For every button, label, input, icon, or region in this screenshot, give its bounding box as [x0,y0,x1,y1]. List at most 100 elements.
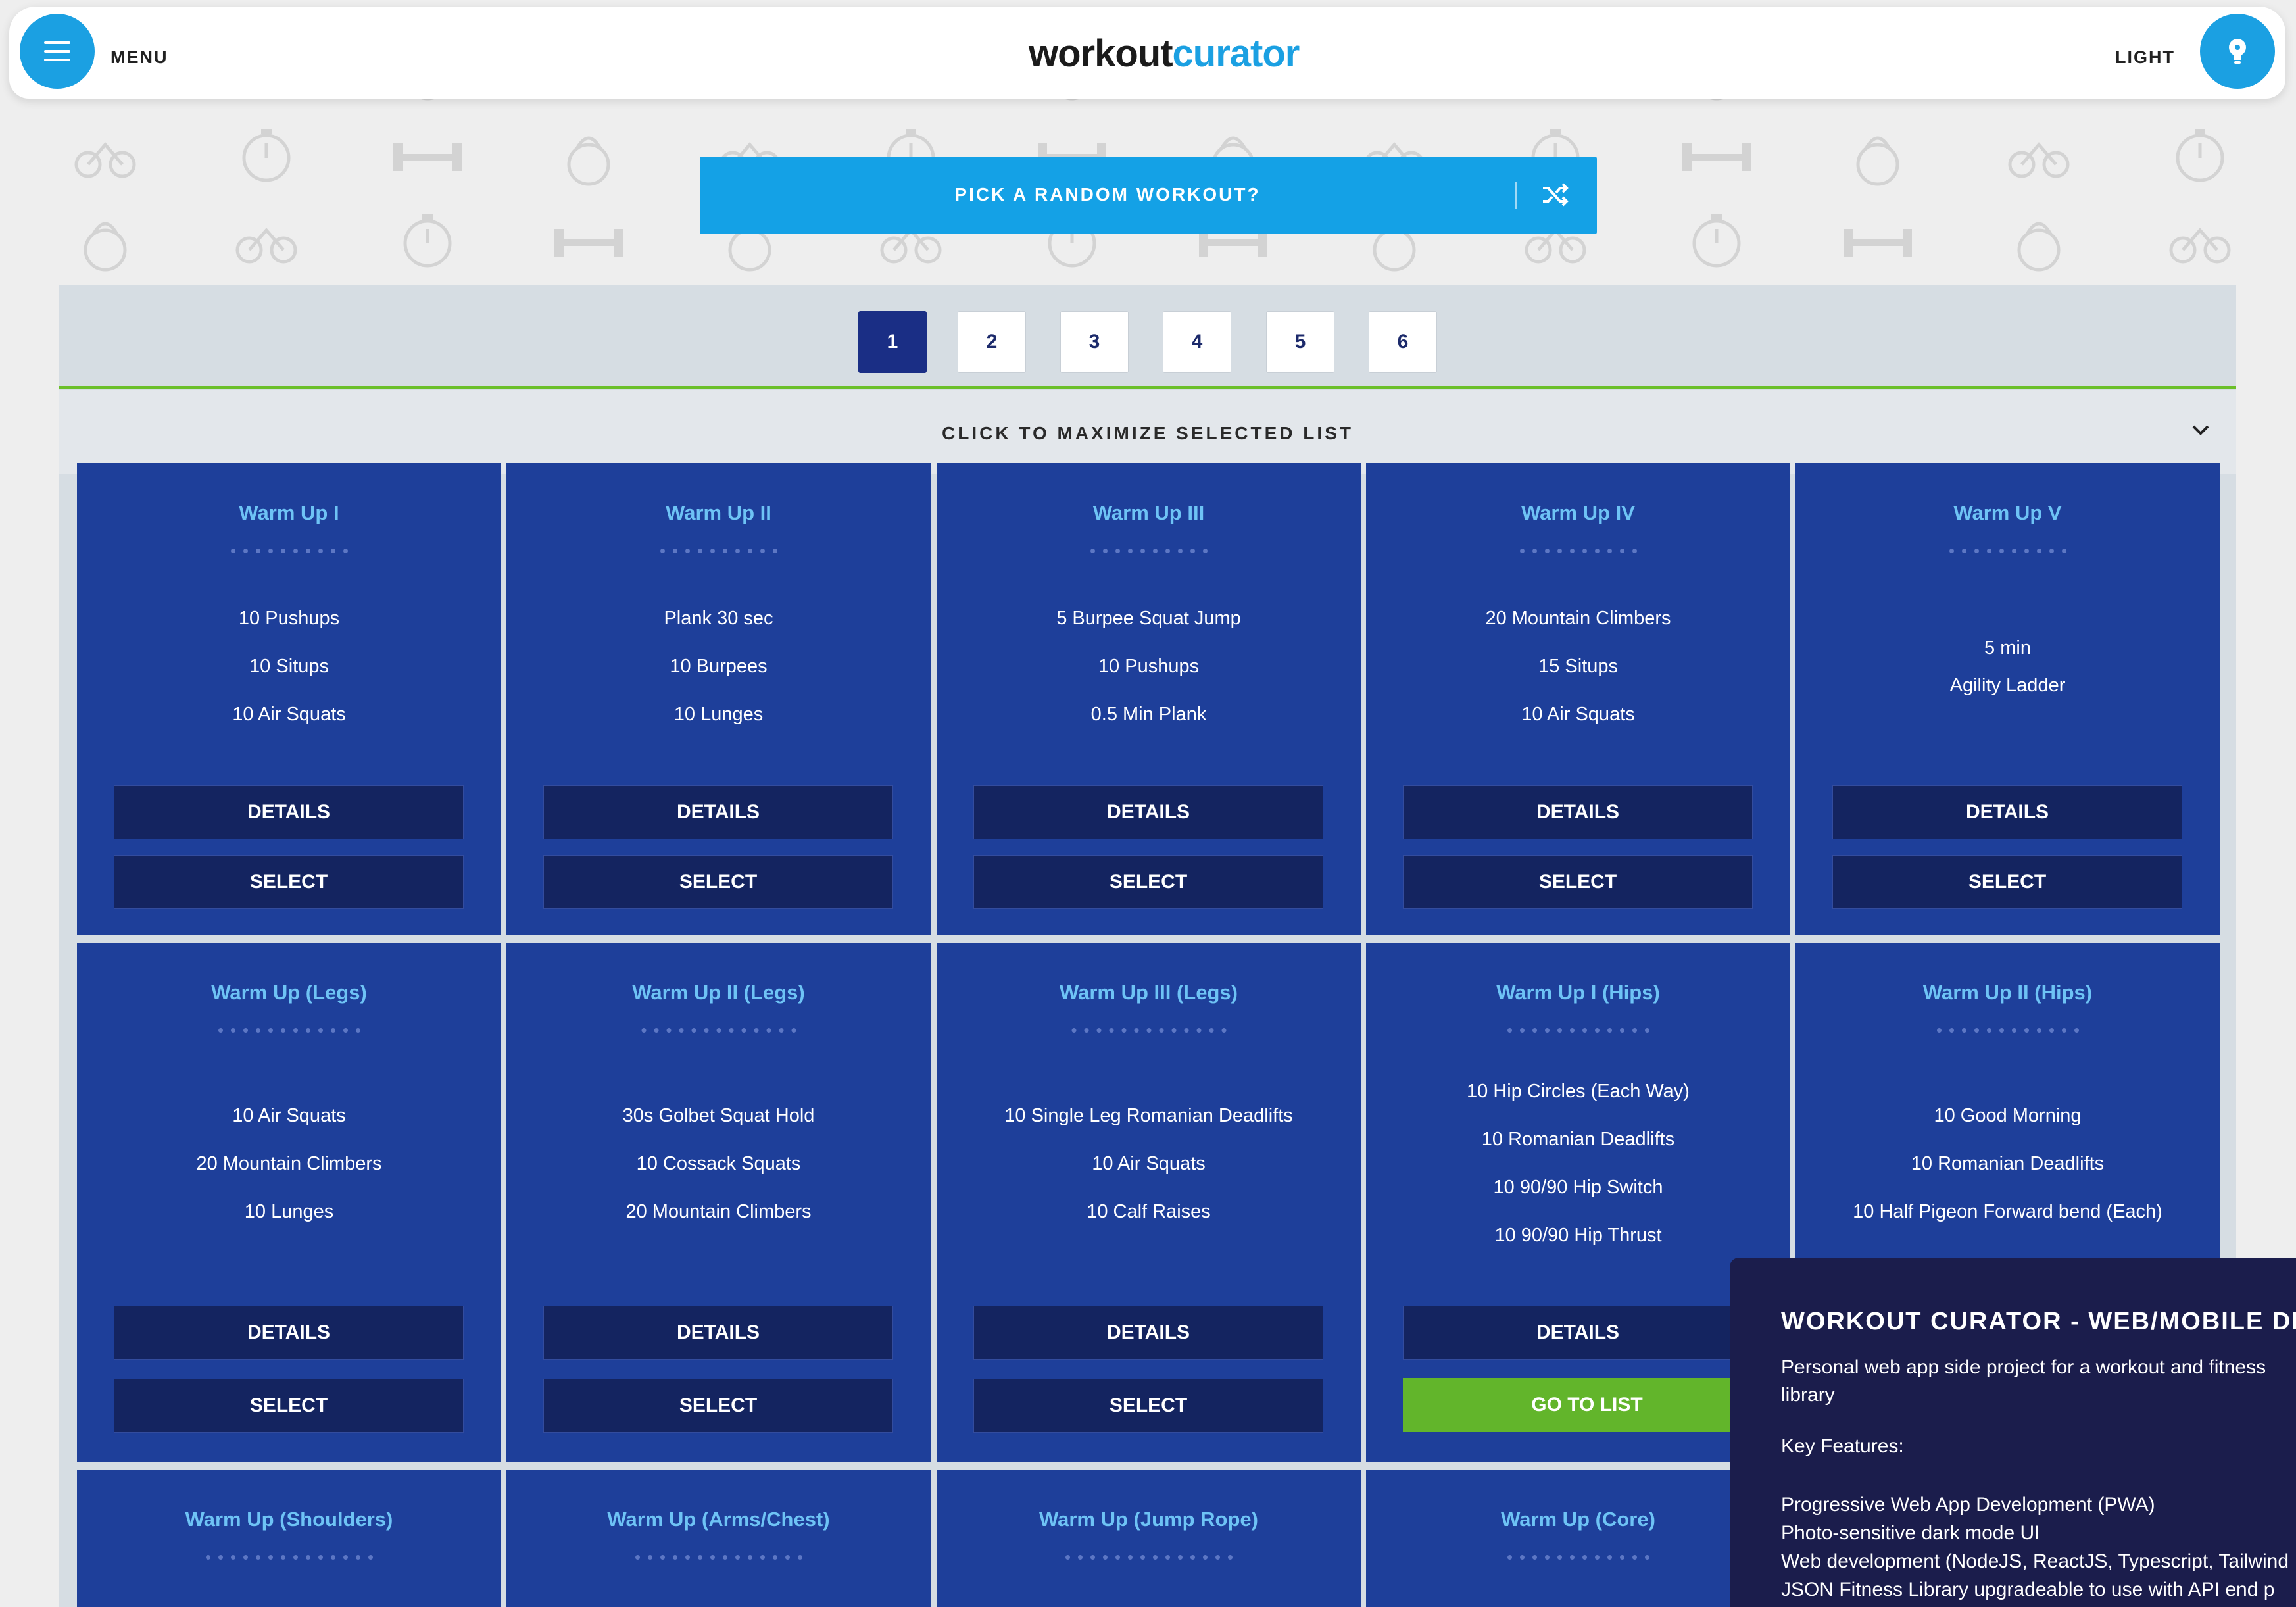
workout-card: Warm Up I (Hips) 10 Hip Circles (Each Wa… [1366,943,1790,1462]
page-button-4[interactable]: 4 [1163,311,1231,373]
workout-card: Warm Up (Arms/Chest) [506,1470,931,1607]
exercise-item: 5 Burpee Squat Jump [1056,608,1241,629]
pattern-glyph [554,229,564,257]
theme-toggle-button[interactable] [2200,14,2275,89]
select-button[interactable]: SELECT [543,855,893,909]
select-button[interactable]: SELECT [973,855,1323,909]
pattern-glyph [906,129,916,134]
details-button[interactable]: DETAILS [973,785,1323,839]
details-button[interactable]: DETAILS [114,1306,464,1360]
exercise-list: 5 min Agility Ladder [1795,630,2220,705]
dots-divider [1507,1028,1649,1033]
dots-divider [660,549,777,553]
card-title: Warm Up I (Hips) [1496,981,1660,1004]
details-button[interactable]: DETAILS [114,785,464,839]
dots-divider [1507,1555,1649,1560]
page-button-6[interactable]: 6 [1369,311,1437,373]
menu-label[interactable]: MENU [110,47,168,68]
card-title: Warm Up II (Legs) [632,981,805,1004]
info-title: WORKOUT CURATOR - WEB/MOBILE DE [1781,1308,2296,1335]
card-title: Warm Up III [1092,501,1205,524]
card-title: Warm Up (Arms/Chest) [607,1508,830,1531]
feature-item: Photo-sensitive dark mode UI [1781,1522,2040,1544]
details-button[interactable]: DETAILS [1832,785,2182,839]
dots-divider [1519,549,1637,553]
dots-divider [230,549,348,553]
feature-item: Progressive Web App Development (PWA) [1781,1494,2155,1516]
select-button[interactable]: SELECT [1832,855,2182,909]
page-button-1[interactable]: 1 [858,311,927,373]
exercise-item: 10 90/90 Hip Switch [1493,1177,1663,1198]
card-title: Warm Up (Shoulders) [185,1508,393,1531]
pattern-glyph [261,129,272,134]
theme-label[interactable]: LIGHT [2115,47,2175,68]
hamburger-icon [44,41,70,61]
card-title: Warm Up II [666,501,771,524]
workout-card: Warm Up (Legs) 10 Air Squats 20 Mountain… [77,943,501,1462]
dots-divider [1071,1028,1226,1033]
exercise-item: 20 Mountain Climbers [1485,608,1671,629]
pattern-glyph [1903,229,1912,257]
exercise-item: 10 Lunges [244,1201,334,1222]
page-button-2[interactable]: 2 [958,311,1026,373]
select-button[interactable]: SELECT [114,1379,464,1433]
details-button[interactable]: DETAILS [1403,785,1753,839]
details-button[interactable]: DETAILS [973,1306,1323,1360]
pattern-glyph [1550,129,1561,134]
card-title: Warm Up IV [1521,501,1635,524]
details-button[interactable]: DETAILS [543,1306,893,1360]
page-button-3[interactable]: 3 [1060,311,1129,373]
pattern-glyph [562,239,615,246]
pattern-glyph [728,228,771,272]
pattern-glyph [1844,229,1853,257]
select-button[interactable]: SELECT [114,855,464,909]
dots-divider [1090,549,1208,553]
exercise-item: Agility Ladder [1949,675,2066,696]
feature-item: Web development (NodeJS, ReactJS, Typesc… [1781,1550,2289,1572]
pattern-glyph [614,229,623,257]
exercise-item: 10 Burpees [670,656,768,677]
go-to-list-button[interactable]: GO TO LIST [1403,1378,1771,1432]
exercise-item: 10 Romanian Deadlifts [1911,1153,2105,1174]
feature-item: JSON Fitness Library upgradeable to use … [1781,1579,2275,1600]
exercise-item: 30s Golbet Squat Hold [622,1105,815,1126]
pattern-glyph [2017,228,2061,272]
workout-card: Warm Up I 10 Pushups 10 Situps 10 Air Sq… [77,463,501,935]
exercise-list: 10 Air Squats 20 Mountain Climbers 10 Lu… [77,1092,501,1236]
exercise-item: 10 Single Leg Romanian Deadlifts [1004,1105,1293,1126]
select-button[interactable]: SELECT [973,1379,1323,1433]
exercise-list: 5 Burpee Squat Jump 10 Pushups 0.5 Min P… [937,595,1361,739]
maximize-list-toggle[interactable]: CLICK TO MAXIMIZE SELECTED LIST [59,390,2236,474]
workout-card: Warm Up IV 20 Mountain Climbers 15 Situp… [1366,463,1790,935]
feature-list: Progressive Web App Development (PWA) Ph… [1781,1491,2289,1604]
random-workout-label: PICK A RANDOM WORKOUT? [954,184,1261,205]
dots-divider [205,1555,373,1560]
lightbulb-icon [2229,39,2246,64]
select-button[interactable]: SELECT [543,1379,893,1433]
menu-button[interactable] [20,14,95,89]
exercise-item: 10 90/90 Hip Thrust [1494,1225,1662,1246]
exercise-item: 10 Air Squats [1092,1153,1206,1174]
exercise-item: 0.5 Min Plank [1090,704,1207,725]
random-workout-button[interactable]: PICK A RANDOM WORKOUT? [700,157,1597,234]
exercise-item: 10 Air Squats [232,704,346,725]
exercise-item: 10 Situps [249,656,329,677]
details-button[interactable]: DETAILS [543,785,893,839]
exercise-item: 10 Cossack Squats [636,1153,801,1174]
maximize-label: CLICK TO MAXIMIZE SELECTED LIST [942,423,1354,443]
pattern-glyph [452,143,462,171]
exercise-list: 10 Hip Circles (Each Way) 10 Romanian De… [1366,1068,1790,1260]
exercise-item: 10 Pushups [1098,656,1200,677]
exercise-item: 10 Romanian Deadlifts [1481,1129,1675,1150]
select-button[interactable]: SELECT [1403,855,1753,909]
exercise-list: 10 Pushups 10 Situps 10 Air Squats [77,595,501,739]
card-title: Warm Up III (Legs) [1060,981,1238,1004]
pattern-glyph [2195,129,2205,134]
shuffle-icon [1543,183,1569,207]
progress-divider [59,386,2236,389]
workout-card: Warm Up (Jump Rope) [937,1470,1361,1607]
details-button[interactable]: DETAILS [1403,1306,1753,1360]
top-header: MENU workoutcurator LIGHT [9,7,2285,99]
dots-divider [1065,1555,1233,1560]
page-button-5[interactable]: 5 [1266,311,1334,373]
